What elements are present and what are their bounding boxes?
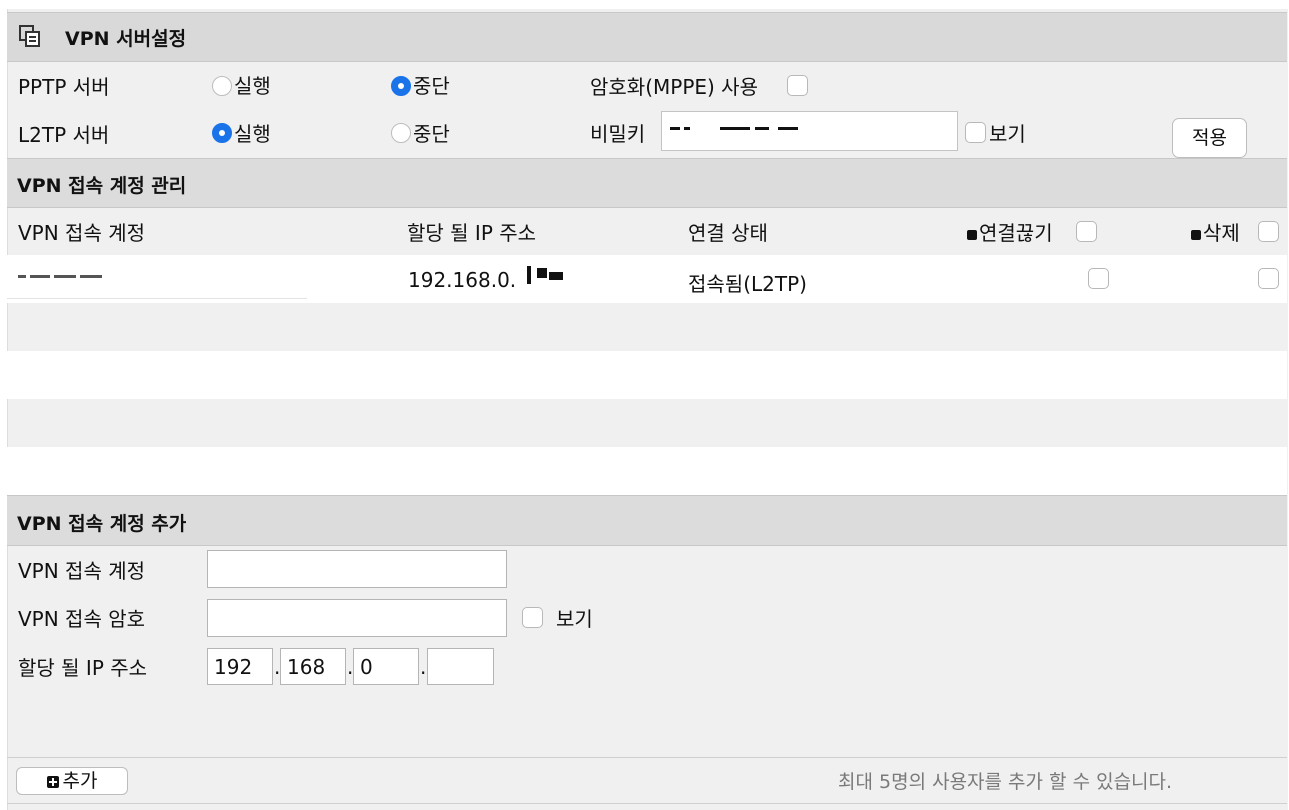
disconnect-all-checkbox[interactable]	[1076, 221, 1097, 242]
redacted-ip-part	[549, 272, 563, 280]
secret-key-label: 비밀키	[590, 122, 646, 146]
secret-key-input[interactable]	[661, 111, 958, 151]
col-disconnect: 연결끊기	[967, 217, 1053, 246]
accounts-title: VPN 접속 계정 관리	[17, 175, 187, 197]
col-status: 연결 상태	[688, 221, 768, 245]
pptp-label: PPTP 서버	[18, 75, 110, 99]
l2tp-label: L2TP 서버	[18, 123, 110, 147]
account-name-redacted	[18, 272, 106, 284]
ip-octet-2[interactable]	[280, 648, 346, 685]
new-ip-label: 할당 될 IP 주소	[18, 656, 148, 680]
col-delete: 삭제	[1191, 217, 1240, 246]
col-disconnect-label: 연결끊기	[979, 221, 1053, 245]
mppe-label: 암호화(MPPE) 사용	[590, 75, 758, 99]
redacted-ip-part	[527, 266, 531, 284]
redacted-secret	[670, 127, 680, 130]
add-button[interactable]: 추가	[16, 767, 128, 795]
server-settings-title: VPN 서버설정	[65, 28, 187, 50]
pptp-run-label: 실행	[234, 74, 271, 98]
vpn-panel	[7, 9, 1288, 810]
redacted-ip-part	[537, 268, 547, 278]
empty-row	[7, 447, 1287, 495]
l2tp-run-radio[interactable]	[212, 123, 232, 143]
ip-octet-3[interactable]	[353, 648, 419, 685]
redacted-secret-part	[720, 127, 750, 130]
pptp-stop-label: 중단	[413, 74, 450, 98]
row-delete-checkbox[interactable]	[1258, 268, 1279, 289]
pptp-stop-radio[interactable]	[391, 76, 411, 96]
row-status: 접속됨(L2TP)	[688, 272, 807, 296]
delete-all-checkbox[interactable]	[1258, 221, 1279, 242]
plus-icon	[46, 775, 59, 788]
l2tp-run-label: 실행	[234, 122, 271, 146]
redacted-account-part	[30, 275, 50, 278]
row-disconnect-checkbox[interactable]	[1088, 268, 1109, 289]
row-ip: 192.168.0.	[408, 268, 517, 292]
new-account-label: VPN 접속 계정	[18, 559, 146, 583]
redacted-secret-part	[684, 127, 690, 130]
password-show-label: 보기	[556, 607, 593, 631]
col-account: VPN 접속 계정	[18, 221, 146, 245]
ip-octet-4[interactable]	[427, 648, 494, 685]
bottom-divider	[7, 803, 1287, 804]
pptp-run-radio[interactable]	[212, 76, 232, 96]
footer-note: 최대 5명의 사용자를 추가 할 수 있습니다.	[838, 771, 1173, 793]
password-show-checkbox[interactable]	[522, 607, 543, 628]
accounts-header: VPN 접속 계정 관리	[7, 158, 1287, 208]
minus-icon	[1191, 229, 1201, 240]
add-button-label: 추가	[62, 770, 98, 792]
ip-dot: .	[420, 655, 427, 679]
empty-row	[7, 351, 1287, 399]
add-account-title: VPN 접속 계정 추가	[17, 513, 187, 535]
new-password-label: VPN 접속 암호	[18, 607, 146, 631]
redacted-account-part	[80, 275, 102, 278]
redacted-account	[18, 275, 26, 278]
secret-show-checkbox[interactable]	[965, 122, 986, 143]
l2tp-stop-label: 중단	[413, 122, 450, 146]
ip-octet-1[interactable]	[207, 648, 273, 685]
server-settings-header: VPN 서버설정	[7, 12, 1287, 62]
window-icon	[19, 24, 41, 48]
redacted-ip-suffix	[527, 266, 565, 286]
add-account-header: VPN 접속 계정 추가	[7, 495, 1287, 546]
secret-show-label: 보기	[989, 122, 1026, 146]
apply-button[interactable]: 적용	[1172, 118, 1247, 158]
redacted-secret-part	[755, 127, 769, 130]
l2tp-stop-radio[interactable]	[391, 123, 411, 143]
footer-divider	[7, 757, 1287, 758]
col-delete-label: 삭제	[1203, 221, 1240, 245]
mppe-checkbox[interactable]	[787, 75, 808, 96]
redacted-account-part	[54, 275, 76, 278]
col-ip: 할당 될 IP 주소	[407, 221, 537, 245]
new-password-input[interactable]	[207, 599, 507, 637]
minus-icon	[967, 229, 977, 240]
account-underline	[7, 298, 307, 299]
redacted-secret-part	[778, 127, 798, 130]
new-account-input[interactable]	[207, 550, 507, 588]
